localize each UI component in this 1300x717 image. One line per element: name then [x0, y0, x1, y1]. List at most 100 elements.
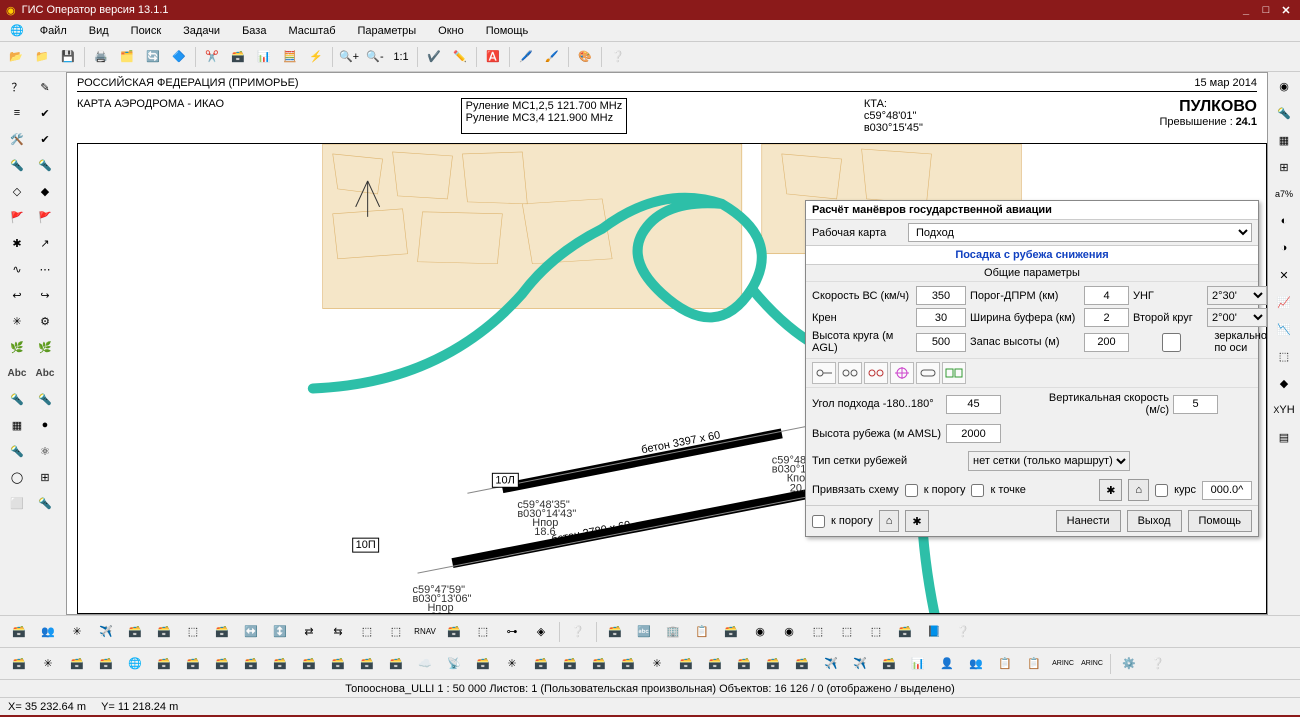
bt1-3[interactable]: ✳: [64, 619, 90, 645]
tool-l1a[interactable]: ？: [4, 75, 30, 99]
to-thr-checkbox[interactable]: [812, 515, 825, 528]
bt2-6[interactable]: 🗃️: [151, 651, 177, 677]
rtool-2[interactable]: 🔦: [1272, 101, 1296, 125]
circ2-select[interactable]: 2°00': [1207, 308, 1267, 327]
rtool-3[interactable]: ▦: [1272, 128, 1296, 152]
tool-l4a[interactable]: 🔦: [4, 153, 30, 177]
tool-l3a[interactable]: 🛠️: [4, 127, 30, 151]
tool-l6a[interactable]: 🚩: [4, 205, 30, 229]
menu-view[interactable]: Вид: [79, 23, 119, 39]
bt1-29[interactable]: ⬚: [834, 619, 860, 645]
bt2-9[interactable]: 🗃️: [238, 651, 264, 677]
bt1-7[interactable]: ⬚: [180, 619, 206, 645]
bt1-13[interactable]: ⬚: [354, 619, 380, 645]
maximize-button[interactable]: □: [1258, 3, 1274, 17]
text-icon[interactable]: 🅰️: [481, 45, 505, 69]
bind-tool-2[interactable]: ⌂: [1128, 479, 1149, 501]
bt2-35[interactable]: 📋: [992, 651, 1018, 677]
chart-icon[interactable]: 📊: [252, 45, 276, 69]
vs-input[interactable]: [1173, 395, 1218, 414]
folder-icon[interactable]: 📁: [30, 45, 54, 69]
bt1-18[interactable]: ⊶: [499, 619, 525, 645]
bt1-2[interactable]: 👥: [35, 619, 61, 645]
menu-tasks[interactable]: Задачи: [173, 23, 230, 39]
tool-l8a[interactable]: ∿: [4, 257, 30, 281]
bt2-33[interactable]: 👤: [934, 651, 960, 677]
app-menu-icon[interactable]: 🌐: [6, 22, 28, 39]
bt2-25[interactable]: 🗃️: [702, 651, 728, 677]
tool-l5a[interactable]: ◇: [4, 179, 30, 203]
bt1-25[interactable]: 🗃️: [718, 619, 744, 645]
bt1-1[interactable]: 🗃️: [6, 619, 32, 645]
tool-l10a[interactable]: ✳: [4, 309, 30, 333]
mirror-checkbox[interactable]: [1133, 333, 1210, 352]
db-icon[interactable]: 🗃️: [226, 45, 250, 69]
bt2-30[interactable]: ✈️: [847, 651, 873, 677]
rtool-6[interactable]: ◐: [1272, 209, 1296, 233]
bt1-33[interactable]: ❔: [950, 619, 976, 645]
pattern-btn-6[interactable]: [942, 362, 966, 384]
bt2-27[interactable]: 🗃️: [760, 651, 786, 677]
bt1-27[interactable]: ◉: [776, 619, 802, 645]
tool-l15b[interactable]: ⊞: [32, 465, 58, 489]
print-icon[interactable]: 🖨️: [89, 45, 113, 69]
bt1-23[interactable]: 🏢: [660, 619, 686, 645]
tool-abc-a[interactable]: Abc: [4, 361, 30, 385]
menu-help[interactable]: Помощь: [476, 23, 539, 39]
pattern-btn-3[interactable]: [864, 362, 888, 384]
bind-pt-checkbox[interactable]: [971, 484, 984, 497]
open-icon[interactable]: 📂: [4, 45, 28, 69]
tool-l9b[interactable]: ↪: [32, 283, 58, 307]
bt2-10[interactable]: 🗃️: [267, 651, 293, 677]
dprm-input[interactable]: [1084, 286, 1129, 305]
buf-input[interactable]: [1084, 308, 1129, 327]
bt1-15[interactable]: RNAV: [412, 619, 438, 645]
bt1-32[interactable]: 📘: [921, 619, 947, 645]
bt2-4[interactable]: 🗃️: [93, 651, 119, 677]
bt2-39[interactable]: ⚙️: [1116, 651, 1142, 677]
menu-base[interactable]: База: [232, 23, 276, 39]
apply-button[interactable]: Нанести: [1056, 510, 1121, 532]
tool-l7a[interactable]: ✱: [4, 231, 30, 255]
menu-params[interactable]: Параметры: [348, 23, 427, 39]
bind-tool-1[interactable]: ✱: [1099, 479, 1122, 501]
bt2-11[interactable]: 🗃️: [296, 651, 322, 677]
bt2-5[interactable]: 🌐: [122, 651, 148, 677]
zoom-11[interactable]: 1:1: [389, 45, 413, 69]
bt2-28[interactable]: 🗃️: [789, 651, 815, 677]
bt1-30[interactable]: ⬚: [863, 619, 889, 645]
rtool-11[interactable]: ⬚: [1272, 344, 1296, 368]
bt2-12[interactable]: 🗃️: [325, 651, 351, 677]
bt2-14[interactable]: 🗃️: [383, 651, 409, 677]
zoom-out-icon[interactable]: 🔍-: [363, 45, 387, 69]
exit-button[interactable]: Выход: [1127, 510, 1182, 532]
approach-angle-input[interactable]: [946, 395, 1001, 414]
tool-l10b[interactable]: ⚙: [32, 309, 58, 333]
bt2-23[interactable]: ✳: [644, 651, 670, 677]
tool-l9a[interactable]: ↩: [4, 283, 30, 307]
work-map-select[interactable]: Подход: [908, 223, 1252, 242]
course-checkbox[interactable]: [1155, 484, 1168, 497]
bt1-9[interactable]: ↔️: [238, 619, 264, 645]
course-input[interactable]: [1202, 481, 1252, 500]
rtool-12[interactable]: ◆: [1272, 371, 1296, 395]
bt2-21[interactable]: 🗃️: [586, 651, 612, 677]
refresh-icon[interactable]: 🔄: [141, 45, 165, 69]
close-button[interactable]: ✕: [1278, 3, 1294, 17]
bt2-36[interactable]: 📋: [1021, 651, 1047, 677]
layers-icon[interactable]: 🗂️: [115, 45, 139, 69]
grid-select[interactable]: нет сетки (только маршрут): [968, 451, 1130, 471]
pattern-btn-1[interactable]: [812, 362, 836, 384]
rtool-9[interactable]: 📈: [1272, 290, 1296, 314]
bank-input[interactable]: [916, 308, 966, 327]
bt2-3[interactable]: 🗃️: [64, 651, 90, 677]
brush-icon[interactable]: 🖌️: [540, 45, 564, 69]
foot-tool-1[interactable]: ⌂: [879, 510, 900, 532]
help-button[interactable]: Помощь: [1188, 510, 1253, 532]
calc-icon[interactable]: 🧮: [278, 45, 302, 69]
rtool-13[interactable]: XYH: [1272, 398, 1296, 422]
bt1-17[interactable]: ⬚: [470, 619, 496, 645]
tool-l14b[interactable]: ⚛: [32, 439, 58, 463]
bt2-34[interactable]: 👥: [963, 651, 989, 677]
bt2-38[interactable]: ARINC: [1079, 651, 1105, 677]
